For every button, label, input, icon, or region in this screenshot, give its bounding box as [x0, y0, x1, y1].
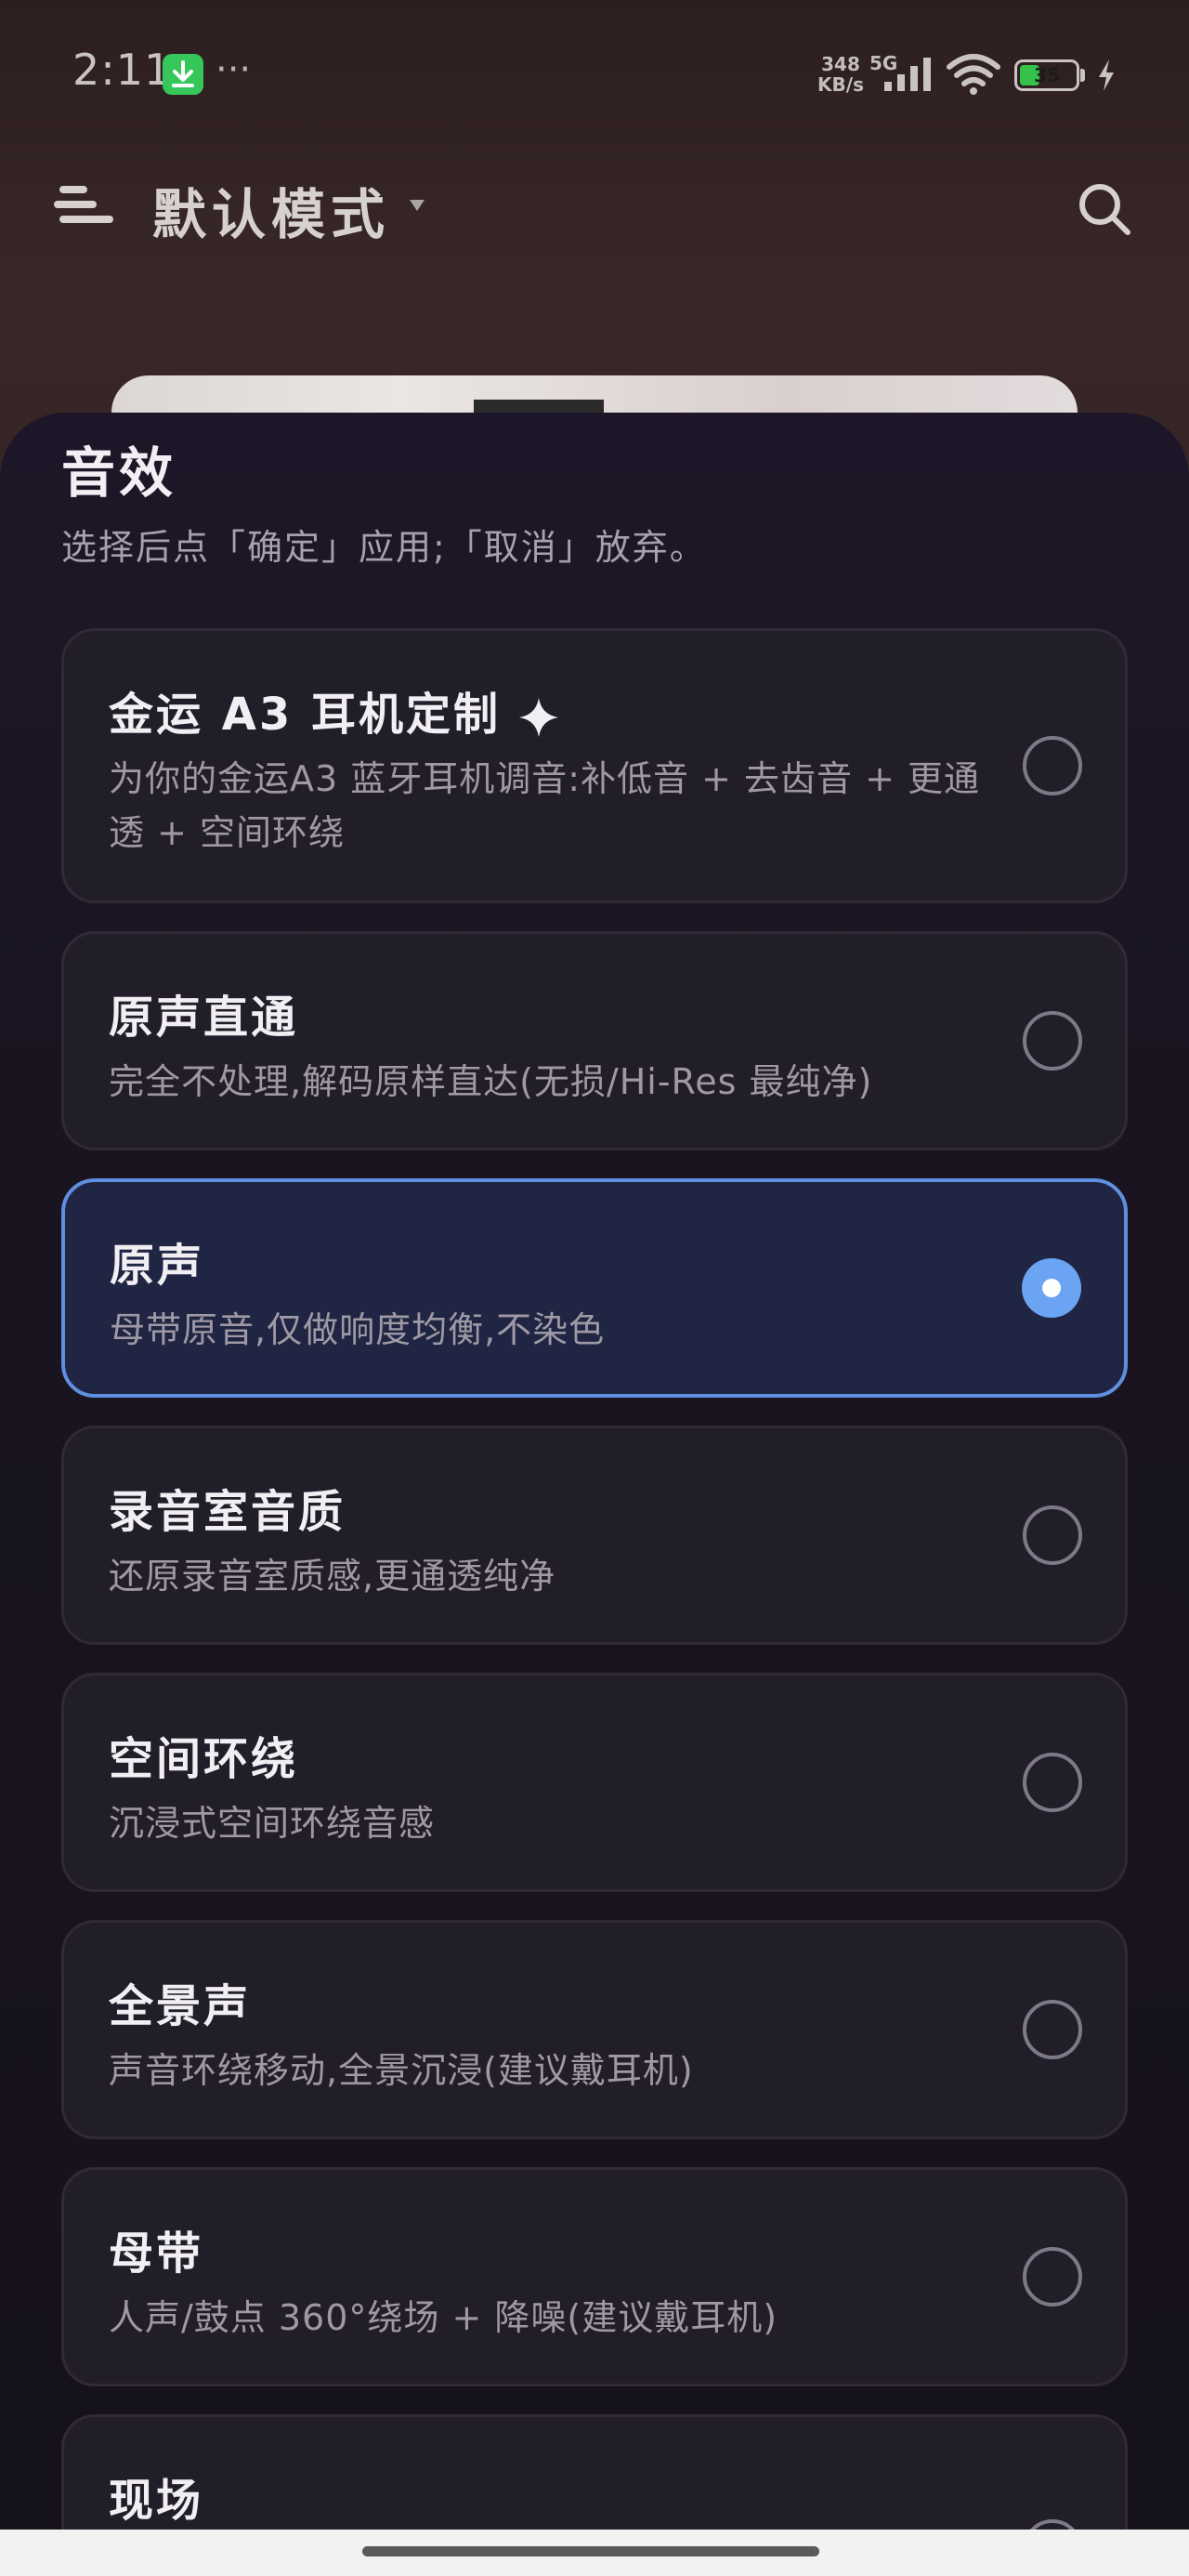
battery-icon: 35 — [1014, 59, 1079, 91]
option-title: 金运 A3 耳机定制 — [109, 677, 560, 743]
option-panoramic[interactable]: 全景声 声音环绕移动,全景沉浸(建议戴耳机) — [61, 1920, 1128, 2139]
radio-button[interactable] — [1023, 1011, 1082, 1071]
signal-icon — [884, 58, 931, 91]
option-title: 现场 — [109, 2475, 204, 2527]
option-passthrough[interactable]: 原声直通 完全不处理,解码原样直达(无损/Hi-Res 最纯净) — [61, 931, 1128, 1150]
battery-cap — [1080, 69, 1085, 82]
wifi-icon — [947, 54, 1000, 95]
option-title: 录音室音质 — [109, 1486, 346, 1538]
status-bar: 2:11 ··· 348 KB/s 5G 35 — [0, 0, 1189, 139]
option-desc: 还原录音室质感,更通透纯净 — [109, 1556, 556, 1597]
sound-effect-sheet: 音效 选择后点「确定」应用;「取消」放弃。 金运 A3 耳机定制 为你的金运A3… — [0, 413, 1189, 2576]
radio-button[interactable] — [1023, 1753, 1082, 1812]
menu-icon[interactable] — [54, 182, 115, 227]
option-desc: 人声/鼓点 360°绕场 + 降噪(建议戴耳机) — [109, 2297, 778, 2338]
option-title: 母带 — [109, 2228, 204, 2280]
radio-button[interactable] — [1023, 1505, 1082, 1565]
status-time: 2:11 — [72, 45, 173, 95]
option-master[interactable]: 母带 人声/鼓点 360°绕场 + 降噪(建议戴耳机) — [61, 2167, 1128, 2386]
battery-level: 35 — [1034, 64, 1060, 86]
dropdown-caret-icon[interactable] — [409, 199, 425, 212]
search-icon[interactable] — [1076, 180, 1133, 238]
option-desc: 母带原音,仅做响度均衡,不染色 — [110, 1309, 606, 1350]
option-title: 原声 — [110, 1240, 205, 1292]
net-speed-unit: KB/s — [817, 73, 864, 96]
radio-button[interactable] — [1023, 2000, 1082, 2059]
gesture-nav-bar — [0, 2530, 1189, 2576]
radio-button[interactable] — [1023, 736, 1082, 795]
mode-selector[interactable]: 默认模式 — [152, 171, 390, 249]
option-desc: 为你的金运A3 蓝牙耳机调音:补低音 + 去齿音 + 更通透 + 空间环绕 — [109, 758, 981, 853]
option-original[interactable]: 原声 母带原音,仅做响度均衡,不染色 — [61, 1178, 1128, 1398]
sheet-subtitle: 选择后点「确定」应用;「取消」放弃。 — [61, 527, 707, 568]
download-badge-icon — [163, 54, 203, 95]
option-studio[interactable]: 录音室音质 还原录音室质感,更通透纯净 — [61, 1426, 1128, 1645]
radio-dot — [1042, 1279, 1061, 1297]
charging-bolt-icon — [1099, 59, 1114, 91]
option-desc: 沉浸式空间环绕音感 — [109, 1803, 436, 1844]
radio-button[interactable] — [1023, 2247, 1082, 2307]
net-speed: 348 KB/s — [808, 54, 873, 95]
option-spatial[interactable]: 空间环绕 沉浸式空间环绕音感 — [61, 1673, 1128, 1892]
status-more-icon: ··· — [216, 48, 252, 91]
option-title-text: 金运 A3 耳机定制 — [109, 689, 501, 741]
option-title: 空间环绕 — [109, 1733, 299, 1785]
sheet-title: 音效 — [61, 441, 177, 505]
radio-button-selected[interactable] — [1022, 1258, 1081, 1318]
option-desc: 完全不处理,解码原样直达(无损/Hi-Res 最纯净) — [109, 1061, 873, 1102]
net-speed-value: 348 — [821, 53, 860, 75]
option-title: 全景声 — [109, 1980, 252, 2032]
option-desc: 声音环绕移动,全景沉浸(建议戴耳机) — [109, 2050, 694, 2091]
sparkle-icon — [518, 698, 558, 737]
screen: 2:11 ··· 348 KB/s 5G 35 默认模式 音效 选择后点「确定」… — [0, 0, 1189, 2576]
option-title: 原声直通 — [109, 992, 299, 1044]
home-handle[interactable] — [362, 2546, 819, 2556]
option-jinyun-a3[interactable]: 金运 A3 耳机定制 为你的金运A3 蓝牙耳机调音:补低音 + 去齿音 + 更通… — [61, 628, 1128, 903]
